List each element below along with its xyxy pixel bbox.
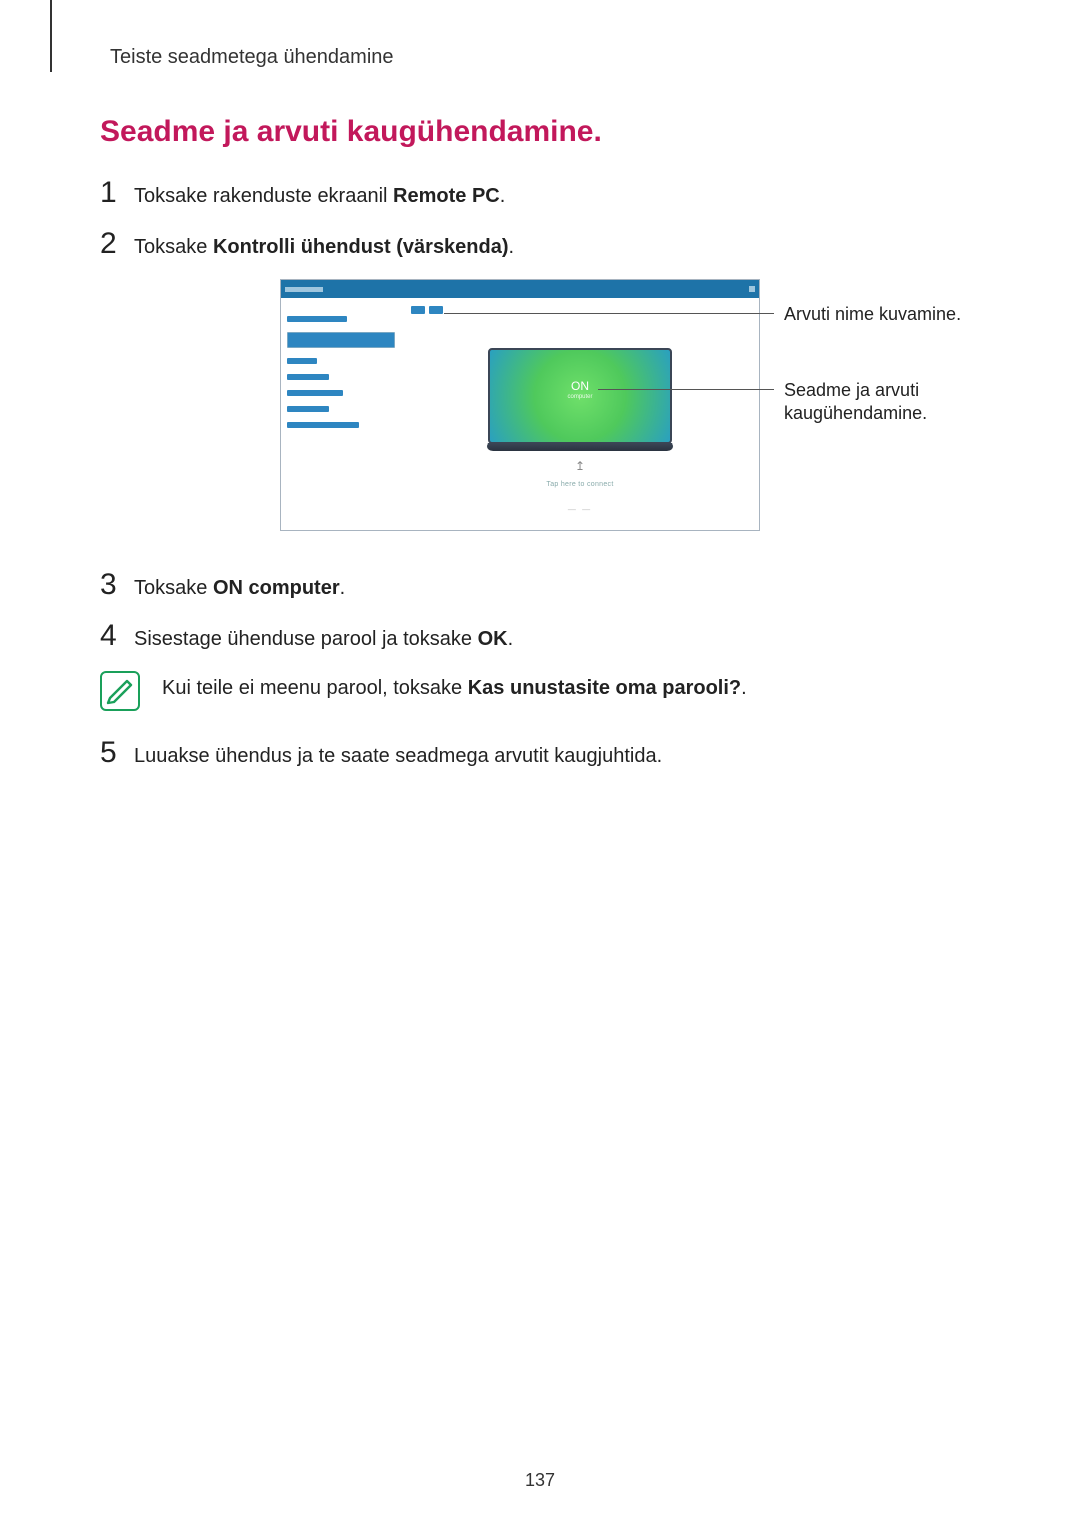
text: Toksake xyxy=(134,577,213,599)
on-button-label: ON computer xyxy=(567,381,592,401)
callout-leader xyxy=(598,389,774,390)
window-body: ON computer ↥ Tap here to connect — — xyxy=(281,298,759,530)
bold: OK xyxy=(478,628,508,650)
step-5: 5 Luuakse ühendus ja te saate seadmega a… xyxy=(100,737,980,770)
remote-pc-window: ON computer ↥ Tap here to connect — — xyxy=(280,279,760,531)
bold: Kontrolli ühendust (värskenda) xyxy=(213,236,509,258)
titlebar-control-placeholder xyxy=(749,286,755,292)
sidebar-item xyxy=(287,374,329,380)
step-text: Luuakse ühendus ja te saate seadmega arv… xyxy=(134,737,662,770)
step-number: 3 xyxy=(100,570,134,600)
step-text: Toksake rakenduste ekraanil Remote PC. xyxy=(134,177,505,210)
page-number: 137 xyxy=(0,1470,1080,1491)
text: . xyxy=(508,628,514,650)
sidebar-item xyxy=(287,358,317,364)
step-text: Toksake Kontrolli ühendust (värskenda). xyxy=(134,228,514,261)
section-title: Seadme ja arvuti kaugühendamine. xyxy=(100,115,980,149)
step-text: Sisestage ühenduse parool ja toksake OK. xyxy=(134,620,513,653)
sidebar-item xyxy=(287,406,329,412)
step-1: 1 Toksake rakenduste ekraanil Remote PC. xyxy=(100,177,980,210)
pager-dots: — — xyxy=(411,505,749,514)
pc-name-chip xyxy=(429,306,443,314)
bold: ON computer xyxy=(213,577,340,599)
up-arrow-icon: ↥ xyxy=(411,459,749,473)
sidebar-item xyxy=(287,390,343,396)
step-3: 3 Toksake ON computer. xyxy=(100,569,980,602)
note-text: Kui teile ei meenu parool, toksake Kas u… xyxy=(162,671,747,700)
laptop-screen: ON computer xyxy=(488,348,672,444)
tap-hint: ↥ Tap here to connect xyxy=(411,459,749,491)
bold: Remote PC xyxy=(393,185,500,207)
laptop-base xyxy=(485,443,675,451)
callout-leader xyxy=(444,313,774,314)
illustration: ON computer ↥ Tap here to connect — — Ar xyxy=(280,279,1000,539)
sidebar-item-selected xyxy=(287,332,395,348)
laptop-graphic: ON computer xyxy=(488,348,672,453)
page: Teiste seadmetega ühendamine Seadme ja a… xyxy=(0,0,1080,770)
text: Kui teile ei meenu parool, toksake xyxy=(162,677,468,699)
step-number: 2 xyxy=(100,229,134,259)
titlebar-title-placeholder xyxy=(285,287,323,292)
step-4: 4 Sisestage ühenduse parool ja toksake O… xyxy=(100,620,980,653)
pc-name-chip xyxy=(411,306,425,314)
step-number: 5 xyxy=(100,738,134,768)
step-number: 4 xyxy=(100,621,134,651)
window-sidebar xyxy=(281,298,401,530)
bold: Kas unustasite oma parooli? xyxy=(468,677,741,699)
on-text: ON xyxy=(571,380,589,394)
sidebar-item xyxy=(287,422,359,428)
window-main: ON computer ↥ Tap here to connect — — xyxy=(401,298,759,530)
window-titlebar xyxy=(281,280,759,298)
text: Sisestage ühenduse parool ja toksake xyxy=(134,628,478,650)
text: Toksake rakenduste ekraanil xyxy=(134,185,393,207)
running-head: Teiste seadmetega ühendamine xyxy=(110,46,980,69)
text: . xyxy=(340,577,346,599)
tap-hint-text: Tap here to connect xyxy=(546,481,613,488)
step-2: 2 Toksake Kontrolli ühendust (värskenda)… xyxy=(100,228,980,261)
note: Kui teile ei meenu parool, toksake Kas u… xyxy=(100,671,980,711)
text: . xyxy=(500,185,506,207)
note-icon xyxy=(100,671,140,711)
callout-pc-name: Arvuti nime kuvamine. xyxy=(784,303,984,326)
step-text: Toksake ON computer. xyxy=(134,569,345,602)
text: Toksake xyxy=(134,236,213,258)
callout-remote-connect: Seadme ja arvuti kaugühendamine. xyxy=(784,379,984,424)
text: . xyxy=(741,677,747,699)
on-sub: computer xyxy=(567,394,592,401)
sidebar-item xyxy=(287,316,347,322)
text: . xyxy=(509,236,515,258)
step-number: 1 xyxy=(100,178,134,208)
